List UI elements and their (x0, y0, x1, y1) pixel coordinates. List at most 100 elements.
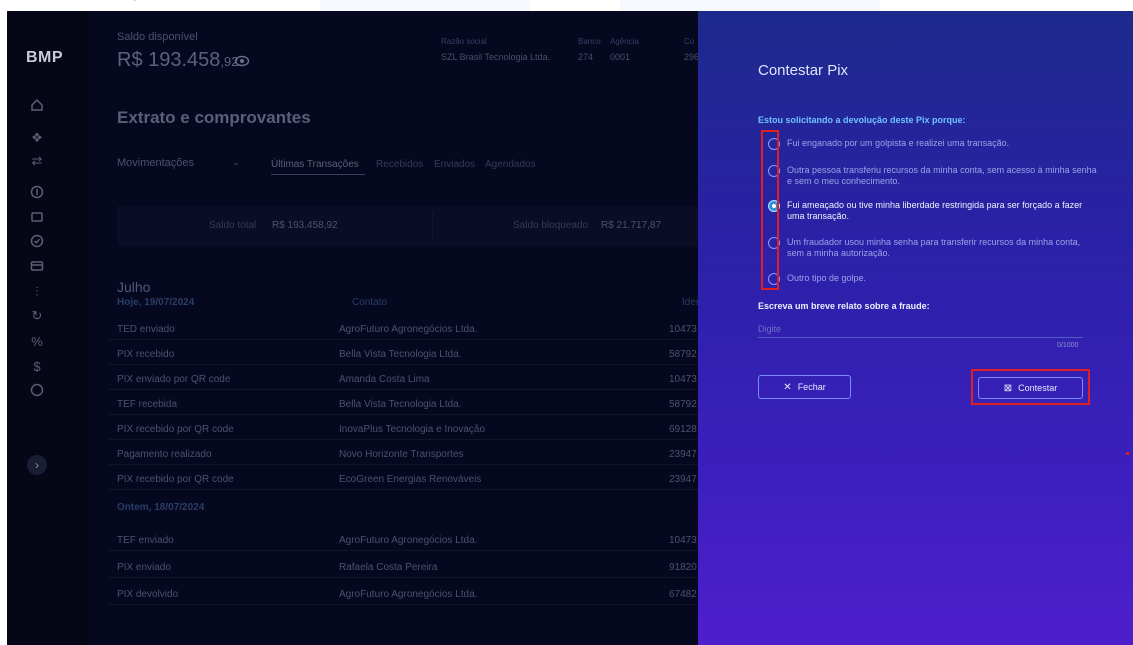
tab-ultimas[interactable]: Últimas Transações (271, 159, 359, 170)
char-counter: 0/1000 (1057, 342, 1079, 349)
blocked-value: R$ 21.717,87 (601, 220, 662, 231)
eye-icon[interactable] (234, 54, 250, 68)
home-icon[interactable] (29, 98, 45, 114)
help-icon[interactable] (29, 383, 45, 399)
razao-label: Razão social (441, 37, 487, 46)
table-row[interactable]: PIX enviado Rafaela Costa Pereira 91820 (109, 556, 699, 578)
row-type: PIX enviado (117, 562, 171, 573)
blocked-label: Saldo bloqueado (513, 220, 589, 231)
option-label: Fui ameaçado ou tive minha liberdade res… (787, 200, 1083, 221)
option-label: Outro tipo de golpe. (787, 273, 867, 283)
highlight-box (971, 369, 1090, 405)
table-row[interactable]: TED enviado AgroFuturo Agronegócios Ltda.… (109, 318, 699, 340)
grid-icon[interactable]: ❖ (29, 130, 45, 146)
close-button[interactable]: ✕ Fechar (758, 375, 851, 399)
row-contact: Amanda Costa Lima (339, 374, 430, 385)
receipt-icon[interactable] (29, 210, 45, 226)
hand-money-icon[interactable]: $ (29, 359, 45, 375)
row-type: TED enviado (117, 324, 175, 335)
conta-value: 296 (684, 52, 700, 62)
table-row[interactable]: Pagamento realizado Novo Horizonte Transp… (109, 443, 699, 465)
row-id: 58792 (669, 399, 697, 410)
row-id: 23947 (669, 474, 697, 485)
summary-card: Saldo total R$ 193.458,92 Saldo bloquead… (117, 206, 707, 246)
table-row[interactable]: PIX enviado por QR code Amanda Costa Lima… (109, 368, 699, 390)
close-label: Fechar (797, 381, 826, 392)
row-id: 10473 (669, 324, 697, 335)
option-label: Outra pessoa transferiu recursos da minh… (787, 165, 1097, 186)
tab-recebidos[interactable]: Recebidos (376, 159, 423, 170)
row-id: 10473 (669, 535, 697, 546)
close-icon: ✕ (783, 381, 792, 393)
row-contact: AgroFuturo Agronegócios Ltda. (339, 535, 478, 546)
row-id: 91820 (669, 562, 697, 573)
table-row[interactable]: PIX devolvido AgroFuturo Agronegócios Ltd… (109, 583, 699, 605)
row-type: TEF recebida (117, 399, 178, 410)
tab-enviados[interactable]: Enviados (434, 159, 475, 170)
row-type: PIX devolvido (117, 589, 179, 600)
row-id: 69128 (669, 424, 697, 435)
row-type: PIX recebido por QR code (117, 474, 234, 485)
balance-label: Saldo disponível (117, 31, 198, 43)
option-label: Fui enganado por um golpista e realizei … (787, 138, 1010, 148)
row-type: Pagamento realizado (117, 449, 212, 460)
sidebar: BMP ❖ ⇄ ⫶ ↻ % $ › (7, 11, 87, 645)
agencia-value: 0001 (610, 52, 631, 62)
cursor-marker (1126, 452, 1129, 455)
row-id: 67482 (669, 589, 697, 600)
balance-value: R$ 193.458,92 (117, 49, 239, 72)
option-label: Um fraudador usou minha senha para trans… (787, 237, 1081, 258)
sliders-icon[interactable]: ⫶ (29, 284, 45, 300)
transfer-icon[interactable]: ⇄ (29, 153, 45, 169)
banco-value: 274 (578, 52, 594, 62)
bmp-logo: BMP (26, 49, 64, 66)
tab-agendados[interactable]: Agendados (485, 159, 536, 170)
row-contact: InovaPlus Tecnologia e Inovação (339, 424, 486, 435)
table-row[interactable]: TEF enviado AgroFuturo Agronegócios Ltda.… (109, 529, 699, 551)
total-label: Saldo total (209, 220, 257, 231)
highlight-box (761, 130, 779, 290)
row-contact: Novo Horizonte Transportes (339, 449, 464, 460)
row-type: TEF enviado (117, 535, 174, 546)
table-row[interactable]: PIX recebido Bella Vista Tecnologia Ltda.… (109, 343, 699, 365)
page-title: Extrato e comprovantes (117, 108, 311, 127)
chevron-down-icon: ⌄ (232, 157, 240, 167)
row-contact: Bella Vista Tecnologia Ltda. (339, 399, 462, 410)
check-circle-icon[interactable] (29, 234, 45, 250)
row-contact: AgroFuturo Agronegócios Ltda. (339, 324, 478, 335)
row-id: 58792 (669, 349, 697, 360)
movement-select[interactable]: Movimentações ⌄ (117, 157, 247, 169)
row-type: PIX recebido por QR code (117, 424, 234, 435)
summary-divider (432, 212, 433, 240)
refresh-icon[interactable]: ↻ (29, 308, 45, 324)
dollar-icon[interactable] (29, 185, 45, 201)
row-contact: Rafaela Costa Pereira (339, 562, 438, 573)
relato-input[interactable] (758, 320, 1083, 338)
top-strip (0, 0, 1133, 11)
chevron-right-icon[interactable]: › (27, 455, 47, 475)
reason-question: Estou solicitando a devolução deste Pix … (758, 115, 966, 125)
select-value: Movimentações (117, 157, 195, 169)
row-contact: AgroFuturo Agronegócios Ltda. (339, 589, 478, 600)
razao-value: SZL Brasil Tecnologia Ltda. (441, 52, 551, 62)
card-icon[interactable] (29, 259, 45, 275)
table-row[interactable]: PIX recebido por QR code EcoGreen Energia… (109, 468, 699, 490)
percent-icon[interactable]: % (29, 334, 45, 350)
month-heading: Julho (117, 279, 151, 295)
group-date: Ontem, 18/07/2024 (117, 502, 205, 513)
agencia-label: Agência (610, 37, 639, 46)
row-id: 23947 (669, 449, 697, 460)
relato-label: Escreva um breve relato sobre a fraude: (758, 301, 930, 311)
banco-label: Banco (578, 37, 601, 46)
row-type: PIX recebido (117, 349, 175, 360)
table-row[interactable]: PIX recebido por QR code InovaPlus Tecnol… (109, 418, 699, 440)
group-date: Hoje, 19/07/2024 (117, 297, 195, 308)
row-type: PIX enviado por QR code (117, 374, 231, 385)
row-contact: Bella Vista Tecnologia Ltda. (339, 349, 462, 360)
row-id: 10473 (669, 374, 697, 385)
balance-main: R$ 193.458 (117, 49, 221, 71)
total-value: R$ 193.458,92 (272, 220, 338, 231)
panel-title: Contestar Pix (758, 62, 849, 79)
table-row[interactable]: TEF recebida Bella Vista Tecnologia Ltda.… (109, 393, 699, 415)
conta-label: Co (684, 37, 695, 46)
